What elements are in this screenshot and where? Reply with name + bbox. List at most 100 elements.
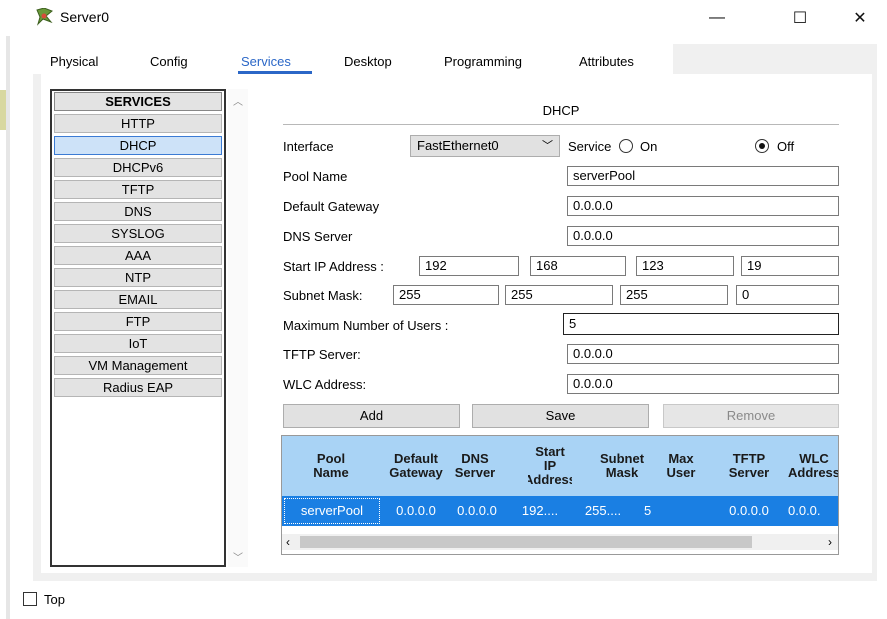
- start-ip-label: Start IP Address :: [283, 259, 384, 274]
- subnet-mask-label: Subnet Mask:: [283, 288, 363, 303]
- column-header-label: Subnet Mask: [599, 451, 645, 480]
- close-button[interactable]: ✕: [838, 4, 882, 32]
- tab-services[interactable]: Services: [241, 54, 291, 69]
- table-cell-start-ip[interactable]: 192....: [510, 496, 570, 526]
- table-cell-max-user[interactable]: 5: [634, 496, 694, 526]
- dns-server-input[interactable]: 0.0.0.0: [567, 226, 839, 246]
- subnet-mask-octet-4[interactable]: 0: [736, 285, 839, 305]
- service-off-radio[interactable]: [755, 139, 769, 153]
- default-gateway-label: Default Gateway: [283, 199, 380, 214]
- services-header: SERVICES: [54, 92, 222, 111]
- column-header-label: TFTP Server: [728, 451, 770, 480]
- column-header-label: Max User: [666, 451, 696, 480]
- service-item-radius-eap[interactable]: Radius EAP: [54, 378, 222, 397]
- column-header-tftp-server[interactable]: TFTP Server: [718, 436, 780, 496]
- window-title: Server0: [60, 9, 110, 25]
- subnet-mask-octet-2[interactable]: 255: [505, 285, 613, 305]
- max-users-input[interactable]: 5: [563, 313, 839, 335]
- service-item-dhcp[interactable]: DHCP: [54, 136, 222, 155]
- maximize-icon: ☐: [792, 10, 808, 27]
- add-button[interactable]: Add: [283, 404, 460, 428]
- pool-table: Pool Name Default Gateway DNS Server Sta…: [281, 435, 839, 555]
- column-header-label: Pool Name: [313, 451, 349, 480]
- table-cell-wlc-address[interactable]: 0.0.0.: [788, 496, 838, 526]
- column-header-label: DNS Server: [454, 451, 496, 480]
- service-item-http[interactable]: HTTP: [54, 114, 222, 133]
- maximize-button[interactable]: ☐: [778, 4, 822, 32]
- top-checkbox[interactable]: [23, 592, 37, 606]
- minimize-button[interactable]: —: [695, 4, 739, 32]
- tftp-server-input[interactable]: 0.0.0.0: [567, 344, 839, 364]
- table-cell-dns-server[interactable]: 0.0.0.0: [446, 496, 508, 526]
- top-checkbox-label: Top: [44, 592, 65, 607]
- column-header-subnet-mask[interactable]: Subnet Mask: [594, 436, 650, 496]
- column-header-start-ip[interactable]: Start IP Address: [528, 436, 572, 496]
- tab-desktop[interactable]: Desktop: [344, 54, 392, 69]
- interface-select-value: FastEthernet0: [417, 138, 499, 153]
- column-header-max-user[interactable]: Max User: [658, 436, 704, 496]
- start-ip-octet-1[interactable]: 192: [419, 256, 519, 276]
- subnet-mask-octet-3[interactable]: 255: [620, 285, 728, 305]
- background-window-edge: [0, 90, 6, 130]
- start-ip-octet-2[interactable]: 168: [530, 256, 626, 276]
- table-cell-subnet-mask[interactable]: 255....: [572, 496, 634, 526]
- dhcp-title: DHCP: [542, 103, 580, 118]
- interface-select[interactable]: FastEthernet0 ﹀: [410, 135, 560, 157]
- service-item-syslog[interactable]: SYSLOG: [54, 224, 222, 243]
- column-header-label: Start IP Address: [528, 444, 572, 487]
- service-item-ftp[interactable]: FTP: [54, 312, 222, 331]
- window-left-edge: [6, 0, 10, 619]
- service-item-ntp[interactable]: NTP: [54, 268, 222, 287]
- dns-server-label: DNS Server: [283, 229, 353, 244]
- start-ip-octet-4[interactable]: 19: [741, 256, 839, 276]
- pool-name-label: Pool Name: [283, 169, 348, 184]
- services-scrollbar[interactable]: ︿ ﹀: [228, 89, 248, 567]
- scroll-left-icon[interactable]: ‹: [286, 534, 290, 550]
- default-gateway-input[interactable]: 0.0.0.0: [567, 196, 839, 216]
- title-bar: [0, 0, 887, 36]
- scroll-down-icon[interactable]: ﹀: [228, 549, 248, 564]
- wlc-address-input[interactable]: 0.0.0.0: [567, 374, 839, 394]
- interface-label: Interface: [283, 139, 334, 154]
- column-header-dns-server[interactable]: DNS Server: [446, 436, 504, 496]
- table-cell-tftp-server[interactable]: 0.0.0.0: [718, 496, 780, 526]
- service-item-tftp[interactable]: TFTP: [54, 180, 222, 199]
- scrollbar-thumb[interactable]: [300, 536, 752, 548]
- wlc-address-label: WLC Address:: [283, 377, 367, 392]
- service-item-aaa[interactable]: AAA: [54, 246, 222, 265]
- max-users-label: Maximum Number of Users :: [283, 318, 449, 333]
- service-on-label: On: [640, 139, 658, 154]
- service-item-vm-management[interactable]: VM Management: [54, 356, 222, 375]
- column-header-wlc-address[interactable]: WLC Address: [788, 436, 839, 496]
- tab-attributes[interactable]: Attributes: [579, 54, 634, 69]
- dhcp-separator: [283, 124, 839, 125]
- service-item-dns[interactable]: DNS: [54, 202, 222, 221]
- chevron-down-icon: ﹀: [542, 140, 553, 152]
- remove-button: Remove: [663, 404, 839, 428]
- service-label: Service: [568, 139, 612, 154]
- service-item-iot[interactable]: IoT: [54, 334, 222, 353]
- column-header-default-gateway[interactable]: Default Gateway: [386, 436, 446, 496]
- table-horizontal-scrollbar[interactable]: ‹ ›: [282, 534, 838, 550]
- scroll-up-icon[interactable]: ︿: [228, 93, 248, 108]
- pool-name-input[interactable]: serverPool: [567, 166, 839, 186]
- service-item-email[interactable]: EMAIL: [54, 290, 222, 309]
- save-button[interactable]: Save: [472, 404, 649, 428]
- minimize-icon: —: [709, 9, 725, 26]
- scroll-right-icon[interactable]: ›: [828, 534, 832, 550]
- service-off-label: Off: [777, 139, 795, 154]
- tab-config[interactable]: Config: [150, 54, 188, 69]
- tab-physical[interactable]: Physical: [50, 54, 98, 69]
- table-cell-default-gateway[interactable]: 0.0.0.0: [386, 496, 446, 526]
- start-ip-octet-3[interactable]: 123: [636, 256, 734, 276]
- column-header-pool-name[interactable]: Pool Name: [286, 436, 376, 496]
- column-header-label: WLC Address: [788, 451, 839, 480]
- cell-focus-outline: [284, 498, 380, 524]
- service-item-dhcpv6[interactable]: DHCPv6: [54, 158, 222, 177]
- tab-programming[interactable]: Programming: [444, 54, 522, 69]
- service-on-radio[interactable]: [619, 139, 633, 153]
- tftp-server-label: TFTP Server:: [283, 347, 361, 362]
- column-header-label: Default Gateway: [389, 451, 443, 480]
- server-app-icon: [34, 7, 54, 26]
- subnet-mask-octet-1[interactable]: 255: [393, 285, 499, 305]
